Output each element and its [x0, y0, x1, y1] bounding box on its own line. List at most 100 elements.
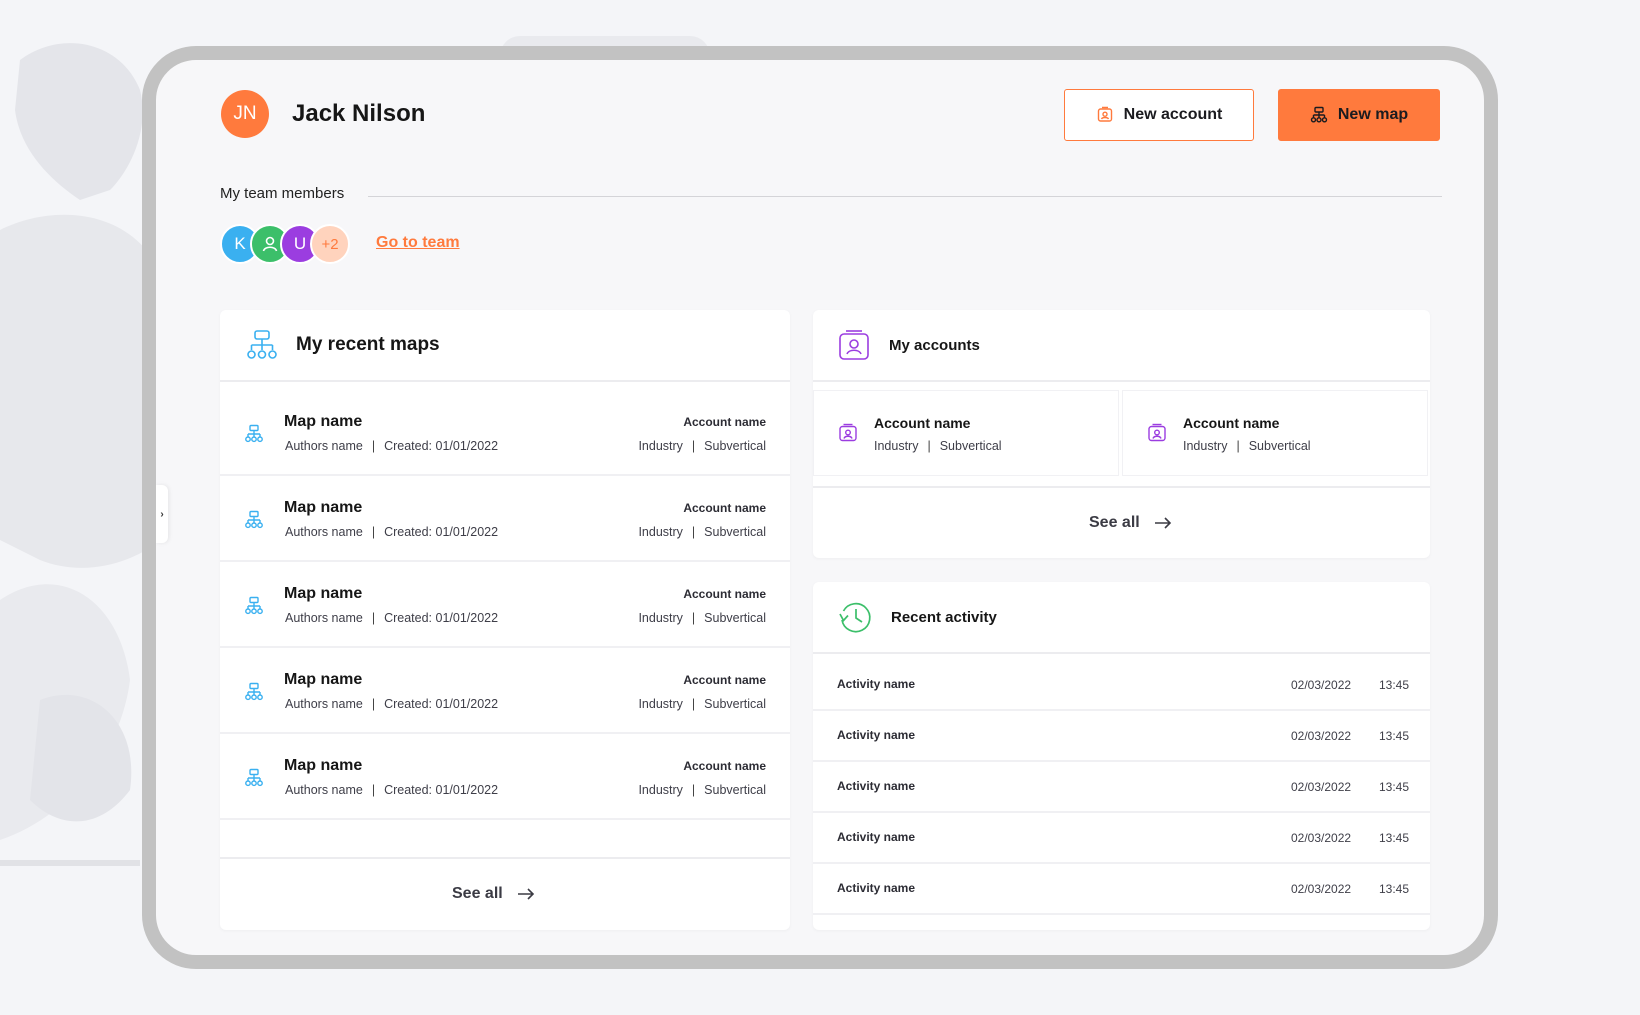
map-created: Created: 01/01/2022: [384, 783, 499, 797]
map-subvertical: Subvertical: [704, 697, 766, 711]
my-accounts-title: My accounts: [889, 336, 980, 354]
map-account-meta: Industry | Subvertical: [638, 439, 766, 453]
account-industry: Industry: [1183, 439, 1228, 453]
map-row[interactable]: Map name Authors name | Created: 01/01/202…: [220, 734, 790, 820]
meta-separator: |: [371, 525, 376, 539]
map-account-name: Account name: [683, 759, 766, 773]
account-name: Account name: [874, 415, 971, 431]
map-row[interactable]: Map name Authors name | Created: 01/01/202…: [220, 648, 790, 734]
map-account-name: Account name: [683, 673, 766, 687]
user-initials: JN: [233, 103, 257, 124]
map-account-meta: Industry | Subvertical: [638, 783, 766, 797]
tablet-frame: › JN Jack Nilson New account New map My …: [142, 46, 1498, 969]
meta-separator: |: [371, 697, 376, 711]
activity-row[interactable]: Activity name 02/03/2022 13:45: [813, 762, 1430, 813]
user-avatar[interactable]: JN: [221, 90, 269, 138]
activity-time: 13:45: [1379, 780, 1410, 794]
map-subvertical: Subvertical: [704, 611, 766, 625]
account-subvertical: Subvertical: [1248, 439, 1311, 453]
map-account-meta: Industry | Subvertical: [638, 525, 766, 539]
activity-row[interactable]: Activity name 02/03/2022 13:45: [813, 660, 1430, 711]
meta-separator: |: [691, 611, 696, 625]
map-name: Map name: [284, 499, 363, 516]
accounts-see-all-button[interactable]: See all: [1089, 514, 1172, 532]
sitemap-icon: [245, 510, 263, 529]
map-industry: Industry: [638, 611, 683, 625]
map-created: Created: 01/01/2022: [384, 611, 499, 625]
map-subvertical: Subvertical: [704, 439, 766, 453]
recent-maps-footer-divider: [220, 857, 790, 859]
map-name: Map name: [284, 413, 363, 430]
team-divider: [368, 196, 1442, 197]
account-badge-icon: [1097, 106, 1112, 122]
account-meta: Industry | Subvertical: [1183, 439, 1311, 453]
accounts-footer-divider: [813, 486, 1430, 488]
user-name: Jack Nilson: [292, 100, 426, 127]
account-tile[interactable]: Account name Industry | Subvertical: [1122, 390, 1428, 476]
my-accounts-card: My accounts Account name Industry | Subver…: [813, 310, 1430, 558]
my-accounts-header: My accounts: [813, 310, 1430, 382]
map-name: Map name: [284, 671, 363, 688]
activity-time: 13:45: [1379, 831, 1410, 845]
map-author: Authors name: [285, 439, 363, 453]
history-clock-icon: [839, 602, 871, 633]
activity-date: 02/03/2022: [1291, 831, 1352, 845]
activity-date: 02/03/2022: [1291, 882, 1352, 896]
map-row[interactable]: Map name Authors name | Created: 01/01/202…: [220, 390, 790, 476]
team-extra-count-label: +2: [321, 235, 339, 253]
meta-separator: |: [691, 525, 696, 539]
map-author: Authors name: [285, 611, 363, 625]
activity-name: Activity name: [837, 779, 916, 793]
team-extra-count[interactable]: +2: [310, 224, 350, 264]
map-meta: Authors name | Created: 01/01/2022: [285, 783, 498, 797]
map-created: Created: 01/01/2022: [384, 697, 499, 711]
maps-see-all-button[interactable]: See all: [452, 885, 535, 903]
map-row[interactable]: Map name Authors name | Created: 01/01/202…: [220, 476, 790, 562]
activity-name: Activity name: [837, 881, 916, 895]
recent-maps-list: Map name Authors name | Created: 01/01/202…: [220, 390, 790, 820]
recent-maps-title: My recent maps: [296, 334, 440, 355]
activity-row[interactable]: Activity name 02/03/2022 13:45: [813, 864, 1430, 915]
team-member-initial: K: [234, 234, 246, 253]
new-map-button[interactable]: New map: [1278, 89, 1440, 141]
activity-time: 13:45: [1379, 729, 1410, 743]
sitemap-icon: [247, 330, 277, 359]
map-row[interactable]: Map name Authors name | Created: 01/01/202…: [220, 562, 790, 648]
map-account-meta: Industry | Subvertical: [638, 611, 766, 625]
account-meta: Industry | Subvertical: [874, 439, 1002, 453]
activity-row[interactable]: Activity name 02/03/2022 13:45: [813, 711, 1430, 762]
account-tile[interactable]: Account name Industry | Subvertical: [813, 390, 1119, 476]
meta-separator: |: [371, 783, 376, 797]
map-industry: Industry: [638, 439, 683, 453]
sitemap-icon: [245, 424, 263, 443]
meta-separator: |: [691, 439, 696, 453]
sidebar-expand-handle[interactable]: ›: [156, 485, 168, 543]
map-industry: Industry: [638, 783, 683, 797]
activity-name: Activity name: [837, 677, 916, 691]
new-account-button[interactable]: New account: [1064, 89, 1254, 141]
dashboard-screen: › JN Jack Nilson New account New map My …: [156, 60, 1484, 955]
map-industry: Industry: [638, 525, 683, 539]
sitemap-icon: [245, 596, 263, 615]
map-meta: Authors name | Created: 01/01/2022: [285, 697, 498, 711]
see-all-label: See all: [452, 885, 503, 902]
map-author: Authors name: [285, 525, 363, 539]
activity-time: 13:45: [1379, 882, 1410, 896]
activity-name: Activity name: [837, 728, 916, 742]
team-members-label: My team members: [220, 185, 345, 202]
activity-row[interactable]: Activity name 02/03/2022 13:45: [813, 813, 1430, 864]
activity-date: 02/03/2022: [1291, 729, 1352, 743]
account-badge-icon: [839, 330, 869, 360]
chevron-right-icon: ›: [160, 508, 164, 520]
activity-name: Activity name: [837, 830, 916, 844]
recent-activity-title: Recent activity: [891, 608, 997, 626]
map-name: Map name: [284, 585, 363, 602]
meta-separator: |: [1236, 439, 1240, 453]
recent-activity-card: Recent activity Activity name 02/03/2022…: [813, 582, 1430, 930]
activity-time: 13:45: [1379, 678, 1410, 692]
go-to-team-link[interactable]: Go to team: [376, 234, 460, 252]
map-subvertical: Subvertical: [704, 783, 766, 797]
sitemap-icon: [245, 682, 263, 701]
account-badge-icon: [839, 423, 857, 442]
team-avatar-group[interactable]: K U +2: [220, 224, 360, 264]
